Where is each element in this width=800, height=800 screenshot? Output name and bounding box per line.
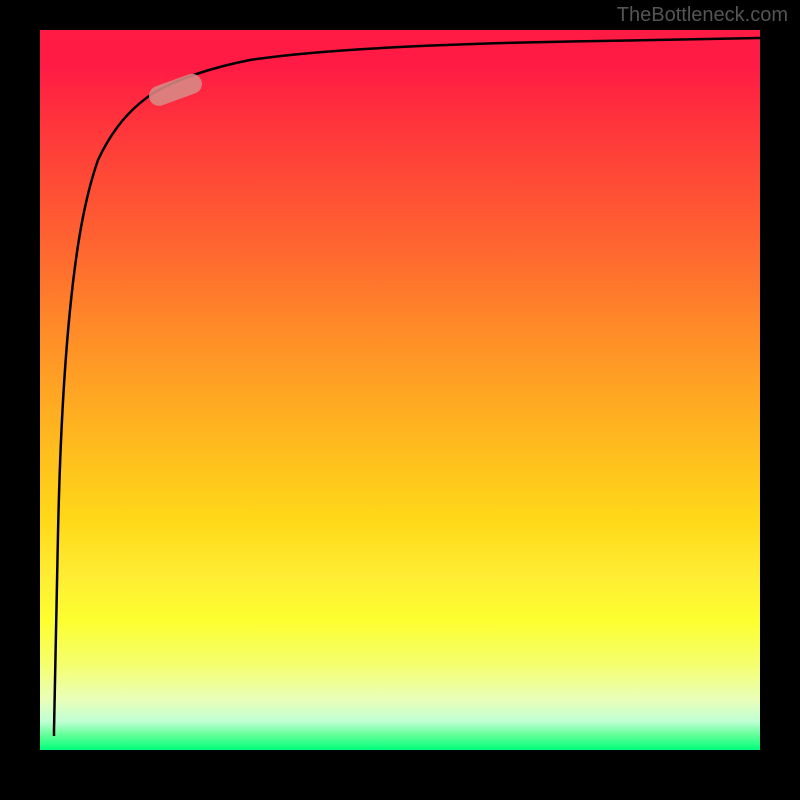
watermark-text: TheBottleneck.com (617, 4, 788, 27)
curve-svg (40, 30, 760, 750)
bottleneck-curve (54, 38, 760, 736)
highlight-marker (146, 71, 205, 109)
plot-area (40, 30, 760, 750)
